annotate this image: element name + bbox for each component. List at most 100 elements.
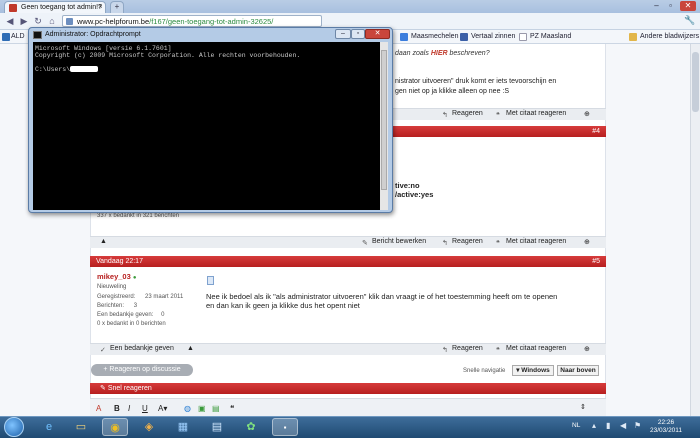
cmd-maximize-icon[interactable]: ▫: [351, 29, 365, 39]
user-thanks-given: Een bedankje geven: 0: [97, 312, 164, 318]
close-window-icon[interactable]: ✕: [680, 1, 696, 11]
app-icon[interactable]: ◈: [136, 418, 162, 436]
wrench-icon[interactable]: 🔧: [684, 15, 695, 26]
multi-quote-icon[interactable]: ⊕: [584, 345, 590, 353]
post-number[interactable]: #4: [592, 126, 600, 137]
quote-reply-button[interactable]: ❝ Met citaat reageren: [496, 110, 566, 119]
resize-icon[interactable]: ⇕: [580, 403, 586, 411]
underline-button[interactable]: U: [142, 404, 148, 413]
bookmark-ald[interactable]: ALD: [2, 33, 25, 41]
edit-icon: ✎: [362, 240, 368, 247]
maximize-icon[interactable]: ▫: [664, 1, 677, 11]
url-host: www.pc-helpforum.be: [77, 17, 150, 26]
back-to-top-button[interactable]: Naar boven: [557, 365, 599, 376]
folder-icon: [629, 33, 637, 41]
tab-close-icon[interactable]: x: [99, 3, 103, 10]
forward-icon[interactable]: ▶: [18, 16, 30, 27]
bookmark-icon: [2, 33, 10, 41]
word-icon[interactable]: ▦: [170, 418, 196, 436]
page-icon: [66, 18, 73, 25]
reply-icon: ↰: [442, 112, 448, 119]
cmd-console[interactable]: Microsoft Windows [versie 6.1.7601] Copy…: [33, 42, 388, 210]
post-username[interactable]: mikey_03 ●: [97, 272, 137, 281]
report-icon[interactable]: ▲: [100, 238, 107, 245]
cmd-close-icon[interactable]: ✕: [365, 29, 390, 39]
chrome-icon[interactable]: ◉: [102, 418, 128, 436]
reply-button[interactable]: ↰ Reageren: [442, 238, 483, 247]
user-thanks-received: 0 x bedankt in 0 berichten: [97, 321, 166, 327]
user-registered: Geregistreerd: 23 maart 2011: [97, 294, 183, 300]
flag-icon[interactable]: ⚑: [634, 421, 641, 430]
report-icon[interactable]: ▲: [187, 345, 194, 352]
bold-button[interactable]: B: [114, 404, 120, 413]
reload-icon[interactable]: ↻: [32, 16, 44, 27]
online-status-icon: ●: [132, 275, 137, 281]
bookmark-label: PZ Maasland: [530, 33, 572, 40]
home-icon[interactable]: ⌂: [46, 16, 58, 27]
quote-icon: ❝: [496, 347, 500, 354]
command-prompt-window[interactable]: Administrator: Opdrachtprompt – ▫ ✕ Micr…: [28, 27, 393, 213]
quick-nav-select[interactable]: ▾ Windows: [512, 365, 554, 376]
user-posts: Berichten: 3: [97, 303, 137, 309]
give-thanks-button[interactable]: ✓ Een bedankje geven: [100, 345, 174, 354]
minimize-icon[interactable]: –: [650, 1, 663, 11]
other-bookmarks[interactable]: Andere bladwijzers: [629, 33, 699, 41]
post-number[interactable]: #5: [592, 256, 600, 267]
back-icon[interactable]: ◀: [4, 16, 16, 27]
image-icon[interactable]: ▣: [198, 404, 206, 413]
cmd-scrollbar[interactable]: [380, 42, 388, 210]
scrollbar-thumb[interactable]: [692, 52, 699, 112]
language-indicator[interactable]: NL: [572, 422, 580, 429]
quick-reply-header[interactable]: ✎ Snel reageren: [90, 383, 606, 394]
multi-quote-icon[interactable]: ⊕: [584, 238, 590, 246]
quote-link[interactable]: HIER: [431, 50, 448, 57]
reply-button[interactable]: ↰ Reageren: [442, 110, 483, 119]
quote-insert-icon[interactable]: ❝: [230, 404, 234, 413]
volume-icon[interactable]: ◀: [620, 421, 626, 430]
code-line: /active:yes: [395, 190, 434, 199]
quote-reply-label: Met citaat reageren: [506, 238, 567, 245]
reply-button[interactable]: ↰ Reageren: [442, 345, 483, 354]
browser-tab-active[interactable]: Geen toegang tot admin!? x: [4, 1, 106, 13]
quote-text: daan zoals HIER beschreven?: [395, 50, 490, 57]
link-icon[interactable]: ◍: [184, 404, 191, 413]
reply-thread-button[interactable]: + Reageren op discussie: [91, 364, 193, 376]
bookmark-vertaal-zinnen[interactable]: Vertaal zinnen: [460, 33, 515, 41]
address-bar[interactable]: www.pc-helpforum.be/f167/geen-toegang-to…: [62, 15, 322, 27]
bookmark-icon: [460, 33, 468, 41]
network-icon[interactable]: ▮: [606, 421, 610, 430]
bookmark-label: Maasmechelen: [411, 33, 459, 40]
font-icon[interactable]: A: [96, 404, 101, 413]
editor-toolbar: [90, 398, 606, 416]
post-header-5: Vandaag 22:17 #5: [90, 256, 606, 267]
cmd-scrollbar-thumb[interactable]: [381, 50, 387, 190]
redacted-username: [70, 66, 99, 73]
post-date: Vandaag 22:17: [96, 258, 143, 265]
edit-post-button[interactable]: ✎ Bericht bewerken: [362, 238, 426, 247]
cmd-minimize-icon[interactable]: –: [335, 29, 351, 39]
new-tab-button[interactable]: +: [110, 1, 124, 13]
quote-reply-label: Met citaat reageren: [506, 345, 567, 352]
italic-button[interactable]: I: [128, 404, 130, 413]
start-button[interactable]: [4, 417, 24, 437]
internet-explorer-icon[interactable]: e: [36, 418, 62, 436]
quote-reply-button[interactable]: ❝ Met citaat reageren: [496, 238, 567, 247]
bookmark-pz-maasland[interactable]: PZ Maasland: [519, 33, 572, 41]
tray-arrow-icon[interactable]: ▴: [592, 421, 596, 430]
bookmark-icon: [519, 33, 527, 41]
tab-title: Geen toegang tot admin!?: [21, 4, 102, 11]
registered-value: 23 maart 2011: [145, 294, 184, 300]
quote-reply-button[interactable]: ❝ Met citaat reageren: [496, 345, 567, 354]
clock-date: 23/03/2011: [650, 427, 683, 434]
system-clock[interactable]: 22:26 23/03/2011: [650, 419, 682, 435]
notes-icon[interactable]: ▤: [204, 418, 230, 436]
reply-label: Reageren: [452, 110, 483, 117]
game-icon[interactable]: ✿: [238, 418, 264, 436]
bookmark-maasmechelen[interactable]: Maasmechelen: [400, 33, 459, 41]
explorer-folder-icon[interactable]: ▭: [68, 418, 94, 436]
page-scrollbar[interactable]: [690, 44, 700, 416]
text-color-icon[interactable]: A▾: [158, 404, 167, 413]
video-icon[interactable]: ▤: [212, 404, 220, 413]
cmd-taskbar-icon[interactable]: ▪: [272, 418, 298, 436]
multi-quote-icon[interactable]: ⊕: [584, 110, 590, 118]
